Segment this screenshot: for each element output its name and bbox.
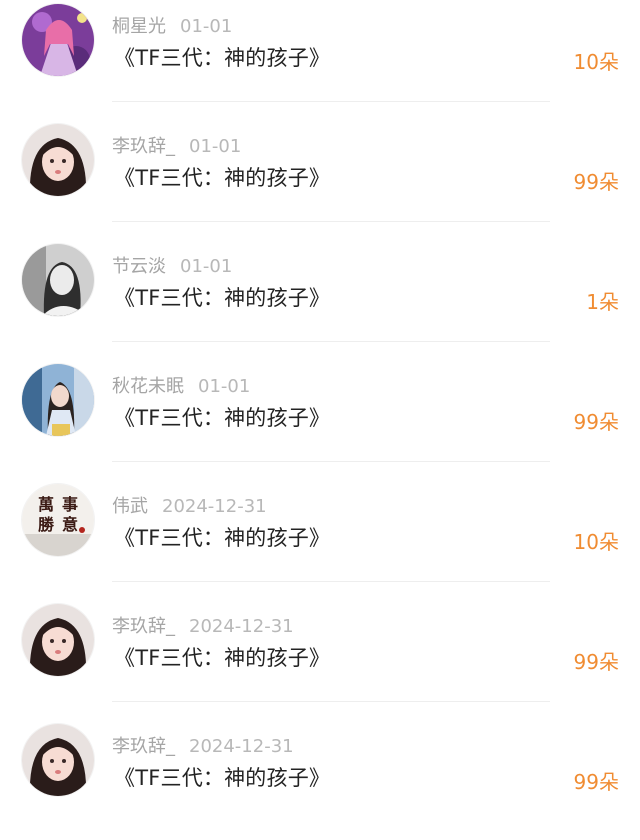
divider xyxy=(112,101,550,102)
date: 01-01 xyxy=(189,136,242,157)
girl-avatar-icon xyxy=(22,724,94,796)
user-name[interactable]: 李玖辞_ xyxy=(112,736,175,757)
avatar[interactable] xyxy=(22,124,94,196)
book-title[interactable]: 《TF三代：神的孩子》 xyxy=(114,162,330,192)
gift-count: 10朵 xyxy=(573,530,619,554)
gift-count: 99朵 xyxy=(573,410,619,434)
date: 2024-12-31 xyxy=(162,496,267,517)
meta-line: 李玖辞_ 2024-12-31 xyxy=(112,732,294,758)
meta-line: 伟武 2024-12-31 xyxy=(112,492,267,518)
calligraphy-char: 勝 xyxy=(38,515,55,534)
meta-line: 桐星光 01-01 xyxy=(112,12,232,38)
gift-count: 99朵 xyxy=(573,170,619,194)
date: 2024-12-31 xyxy=(189,616,294,637)
date: 2024-12-31 xyxy=(189,736,294,757)
book-title[interactable]: 《TF三代：神的孩子》 xyxy=(114,642,330,672)
avatar[interactable] xyxy=(22,244,94,316)
calligraphy-avatar-icon: 萬 事 勝 意 xyxy=(22,484,94,556)
avatar[interactable] xyxy=(22,604,94,676)
user-name[interactable]: 李玖辞_ xyxy=(112,136,175,157)
list-item[interactable]: 李玖辞_ 2024-12-31 《TF三代：神的孩子》 99朵 xyxy=(0,600,640,720)
list-item[interactable]: 李玖辞_ 2024-12-31 《TF三代：神的孩子》 99朵 xyxy=(0,720,640,840)
gift-count: 99朵 xyxy=(573,650,619,674)
date: 01-01 xyxy=(180,16,233,37)
book-title[interactable]: 《TF三代：神的孩子》 xyxy=(114,42,330,72)
date: 01-01 xyxy=(180,256,233,277)
user-name[interactable]: 李玖辞_ xyxy=(112,616,175,637)
gift-count: 10朵 xyxy=(573,50,619,74)
book-title[interactable]: 《TF三代：神的孩子》 xyxy=(114,522,330,552)
list-item[interactable]: 桐星光 01-01 《TF三代：神的孩子》 10朵 xyxy=(0,0,640,120)
list-item[interactable]: 节云淡 01-01 《TF三代：神的孩子》 1朵 xyxy=(0,240,640,360)
avatar[interactable]: 萬 事 勝 意 xyxy=(22,484,94,556)
calligraphy-char: 事 xyxy=(62,495,78,514)
list-item[interactable]: 李玖辞_ 01-01 《TF三代：神的孩子》 99朵 xyxy=(0,120,640,240)
girl-avatar-icon xyxy=(22,124,94,196)
list-item[interactable]: 萬 事 勝 意 伟武 2024-12-31 《TF三代：神的孩子》 10朵 xyxy=(0,480,640,600)
anime-avatar-icon xyxy=(22,4,94,76)
meta-line: 秋花未眠 01-01 xyxy=(112,372,250,398)
avatar[interactable] xyxy=(22,364,94,436)
meta-line: 节云淡 01-01 xyxy=(112,252,232,278)
user-name[interactable]: 伟武 xyxy=(112,496,148,517)
divider xyxy=(112,581,550,582)
meta-line: 李玖辞_ 2024-12-31 xyxy=(112,612,294,638)
divider xyxy=(112,701,550,702)
book-title[interactable]: 《TF三代：神的孩子》 xyxy=(114,402,330,432)
avatar[interactable] xyxy=(22,724,94,796)
book-title[interactable]: 《TF三代：神的孩子》 xyxy=(114,762,330,792)
gift-list: 桐星光 01-01 《TF三代：神的孩子》 10朵 李玖辞_ 01-01 《TF三代… xyxy=(0,0,640,825)
list-item[interactable]: 秋花未眠 01-01 《TF三代：神的孩子》 99朵 xyxy=(0,360,640,480)
gift-count: 1朵 xyxy=(586,290,619,314)
girl-avatar-icon xyxy=(22,604,94,676)
blue-dress-avatar-icon xyxy=(22,364,94,436)
divider xyxy=(112,221,550,222)
book-title[interactable]: 《TF三代：神的孩子》 xyxy=(114,282,330,312)
meta-line: 李玖辞_ 01-01 xyxy=(112,132,241,158)
gift-count: 99朵 xyxy=(573,770,619,794)
gray-avatar-icon xyxy=(22,244,94,316)
calligraphy-char: 意 xyxy=(62,515,78,534)
divider xyxy=(112,341,550,342)
divider xyxy=(112,461,550,462)
date: 01-01 xyxy=(198,376,251,397)
calligraphy-char: 萬 xyxy=(38,495,54,514)
user-name[interactable]: 桐星光 xyxy=(112,16,166,37)
user-name[interactable]: 节云淡 xyxy=(112,256,166,277)
user-name[interactable]: 秋花未眠 xyxy=(112,376,184,397)
avatar[interactable] xyxy=(22,4,94,76)
